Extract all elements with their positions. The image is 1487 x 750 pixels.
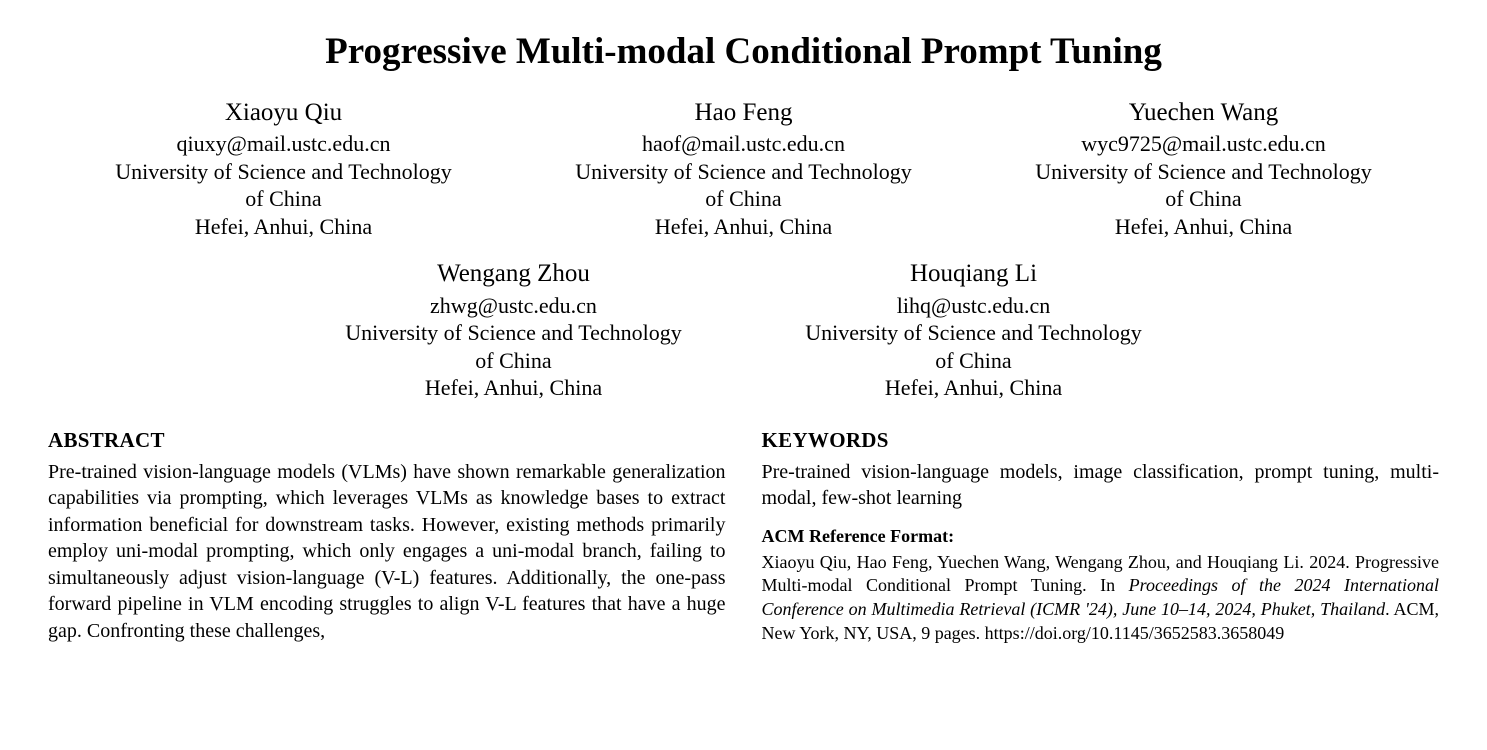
- author-location: Hefei, Anhui, China: [514, 213, 974, 241]
- left-column: ABSTRACT Pre-trained vision-language mod…: [48, 420, 726, 646]
- keywords-body: Pre-trained vision-language models, imag…: [762, 459, 1440, 512]
- author-location: Hefei, Anhui, China: [744, 374, 1204, 402]
- author-location: Hefei, Anhui, China: [284, 374, 744, 402]
- authors-block: Xiaoyu Qiu qiuxy@mail.ustc.edu.cn Univer…: [48, 97, 1439, 402]
- abstract-heading: ABSTRACT: [48, 428, 726, 453]
- author-affiliation: University of Science and Technology: [744, 319, 1204, 347]
- author-affiliation: University of Science and Technology: [974, 158, 1434, 186]
- authors-row-1: Xiaoyu Qiu qiuxy@mail.ustc.edu.cn Univer…: [48, 97, 1439, 240]
- paper-title: Progressive Multi-modal Conditional Prom…: [48, 30, 1439, 73]
- keywords-heading: KEYWORDS: [762, 428, 1440, 453]
- author-card: Wengang Zhou zhwg@ustc.edu.cn University…: [284, 258, 744, 401]
- author-affiliation: University of Science and Technology: [54, 158, 514, 186]
- author-email: lihq@ustc.edu.cn: [744, 292, 1204, 320]
- author-email: zhwg@ustc.edu.cn: [284, 292, 744, 320]
- author-location: Hefei, Anhui, China: [54, 213, 514, 241]
- author-name: Houqiang Li: [744, 258, 1204, 289]
- author-name: Wengang Zhou: [284, 258, 744, 289]
- author-card: Houqiang Li lihq@ustc.edu.cn University …: [744, 258, 1204, 401]
- acm-ref-heading: ACM Reference Format:: [762, 526, 1440, 547]
- author-affiliation: University of Science and Technology: [284, 319, 744, 347]
- author-name: Xiaoyu Qiu: [54, 97, 514, 128]
- author-email: wyc9725@mail.ustc.edu.cn: [974, 130, 1434, 158]
- two-column-body: ABSTRACT Pre-trained vision-language mod…: [48, 420, 1439, 646]
- author-affiliation: of China: [514, 185, 974, 213]
- author-affiliation: of China: [54, 185, 514, 213]
- author-card: Xiaoyu Qiu qiuxy@mail.ustc.edu.cn Univer…: [54, 97, 514, 240]
- author-card: Yuechen Wang wyc9725@mail.ustc.edu.cn Un…: [974, 97, 1434, 240]
- abstract-body: Pre-trained vision-language models (VLMs…: [48, 459, 726, 645]
- author-affiliation: of China: [974, 185, 1434, 213]
- author-email: qiuxy@mail.ustc.edu.cn: [54, 130, 514, 158]
- right-column: KEYWORDS Pre-trained vision-language mod…: [762, 420, 1440, 646]
- author-affiliation: University of Science and Technology: [514, 158, 974, 186]
- author-affiliation: of China: [744, 347, 1204, 375]
- author-email: haof@mail.ustc.edu.cn: [514, 130, 974, 158]
- author-name: Yuechen Wang: [974, 97, 1434, 128]
- author-card: Hao Feng haof@mail.ustc.edu.cn Universit…: [514, 97, 974, 240]
- author-affiliation: of China: [284, 347, 744, 375]
- author-location: Hefei, Anhui, China: [974, 213, 1434, 241]
- authors-row-2: Wengang Zhou zhwg@ustc.edu.cn University…: [48, 258, 1439, 401]
- author-name: Hao Feng: [514, 97, 974, 128]
- acm-ref-body: Xiaoyu Qiu, Hao Feng, Yuechen Wang, Weng…: [762, 551, 1440, 646]
